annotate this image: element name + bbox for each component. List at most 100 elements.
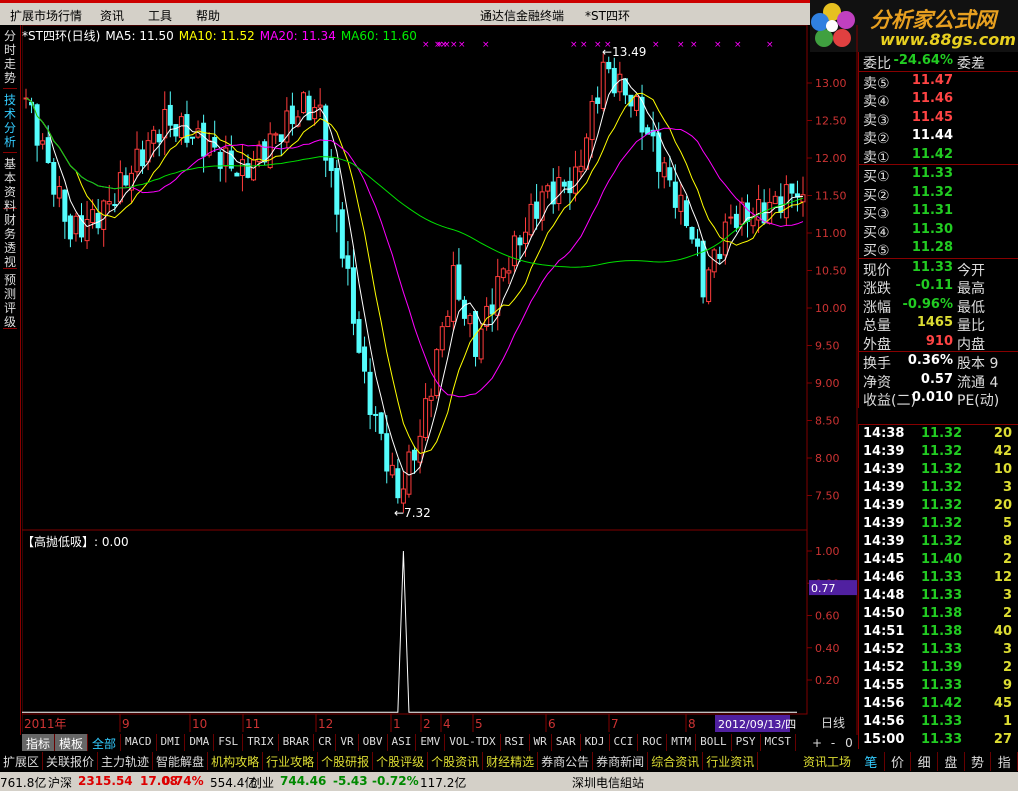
candle-body [639,96,645,133]
indicator-tab[interactable]: BOLL [696,734,732,751]
tick-volume: 12 [993,570,1012,585]
menu-help[interactable]: 帮助 [196,7,220,24]
status-cy-amount: 117.2亿 [420,776,467,790]
tick-time: 14:39 [863,534,905,549]
y-tick-label: 7.50 [815,490,840,503]
tick-price: 11.33 [921,570,963,585]
indicator-tab[interactable]: DMA [185,734,215,751]
candle-body [201,122,207,157]
info-tab[interactable]: 个股资讯 [428,752,484,770]
info-tab[interactable]: 财经精选 [483,752,539,770]
bottom-tab[interactable]: 盘 [938,752,965,771]
side-tab-forecast[interactable]: 预测评级 [3,269,17,329]
label: 买⑤ [863,243,890,259]
indicator-tab[interactable]: MACD [121,734,157,751]
info-tab[interactable]: 个股评级 [373,752,429,770]
info-tab[interactable]: 行业攻略 [263,752,319,770]
info-tab[interactable]: 扩展区 [0,752,44,770]
indicator-tab[interactable]: 模板 [55,734,89,751]
indicator-tab[interactable]: ROC [638,734,668,751]
bottom-tab[interactable]: 指 [991,752,1018,771]
bottom-tab[interactable]: 细 [911,752,939,771]
bottom-tab[interactable]: 价 [885,752,912,771]
menu-news[interactable]: 资讯 [100,7,124,24]
indicator-tab[interactable]: WR [530,734,552,751]
tick-time: 14:51 [863,624,905,639]
candle-body [706,269,712,303]
info-tab[interactable]: 机构攻略 [208,752,264,770]
candle-body [395,468,401,499]
tick-price: 11.32 [921,426,963,441]
candle-body [606,61,612,70]
period-label[interactable]: 日线 [808,714,858,731]
tick-row: 14:38 11.32 20 [859,425,1018,443]
tick-time: 14:39 [863,462,905,477]
indicator-tab[interactable]: TRIX [243,734,279,751]
indicator-tab[interactable]: BRAR [279,734,315,751]
side-tab-technical[interactable]: 技术分析 [3,89,17,153]
candle-body [789,183,795,194]
menu-tools[interactable]: 工具 [148,7,172,24]
y-tick-label: 8.50 [815,415,840,428]
info-tab[interactable]: 行业资讯 [703,752,759,770]
indicator-tab[interactable]: KDJ [581,734,610,751]
indicator-tab[interactable]: MTM [667,734,697,751]
y-tick-label: 9.00 [815,377,840,390]
side-tab-fundamentals[interactable]: 基本资料 [3,153,17,213]
indicator-tab[interactable]: DMI [157,734,186,751]
indicator-tab[interactable]: FSL [214,734,244,751]
label: 收益(二) [863,393,916,409]
info-factory-tab[interactable]: 资讯工场 [803,753,851,770]
info-tab[interactable]: 智能解盘 [153,752,209,770]
info-tab[interactable]: 综合资讯 [648,752,704,770]
indicator-tab[interactable]: 指标 [22,734,56,751]
indicator-tab[interactable]: CCI [610,734,639,751]
tick-volume: 2 [1002,606,1012,621]
indicator-tab[interactable]: CR [314,734,337,751]
candle-body [362,346,368,372]
indicator-tab[interactable]: RSI [501,734,530,751]
indicator-tab[interactable]: 全部 [88,734,122,751]
indicator-tab[interactable]: EMV [416,734,446,751]
candle-body [400,488,406,504]
menu-market[interactable]: 扩展市场行情 [10,7,82,24]
indicator-tab[interactable]: ASI [388,734,417,751]
tick-price: 11.32 [921,462,963,477]
kline-chart[interactable]: 13.0012.5012.0011.5011.0010.5010.009.509… [22,25,858,735]
indicator-tab[interactable]: VOL-TDX [445,734,501,751]
indicator-tab[interactable]: MCST [761,734,797,751]
candle-body [51,162,57,195]
bottom-tab[interactable]: 势 [965,752,992,771]
event-marker-icon: × [604,40,612,50]
indicator-tab[interactable]: VR [336,734,359,751]
event-marker-icon: × [766,40,774,50]
ma10-value: MA10: 11.52 [178,29,255,43]
info-tab[interactable]: 主力轨迹 [98,752,154,770]
side-tab-intraday[interactable]: 分时走势 [3,25,17,89]
ma5-value: MA5: 11.50 [105,29,174,43]
candle-body [695,238,701,247]
status-cy-change: -5.43 [333,774,368,788]
info-tab[interactable]: 关联报价 [43,752,99,770]
logo-url: www.88gs.com [880,30,1016,49]
tick-time: 14:56 [863,696,905,711]
tick-row: 14:52 11.33 3 [859,641,1018,659]
indicator-tab[interactable]: OBV [359,734,388,751]
side-tab-financials[interactable]: 财务透视 [3,209,17,269]
info-tab[interactable]: 券商新闻 [593,752,649,770]
candle-body [656,132,662,172]
value: 11.44 [911,128,953,143]
indicator-tab[interactable]: SAR [552,734,581,751]
y-tick-label: 13.00 [815,77,847,90]
status-cy-label: 创业 [250,776,275,790]
tick-volume: 2 [1002,660,1012,675]
indicator-tab[interactable]: PSY [732,734,761,751]
bottom-tab[interactable]: 笔 [858,752,885,771]
y-tick-label: 10.50 [815,265,847,278]
info-tab[interactable]: 个股研报 [318,752,374,770]
candle-body [112,204,118,207]
app-title: 通达信金融终端 [480,9,565,23]
tick-list[interactable]: 14:38 11.32 20 14:39 11.32 42 14:39 11.32 10 14:3… [858,424,1018,749]
tick-volume: 2 [1002,552,1012,567]
info-tab[interactable]: 券商公告 [538,752,594,770]
